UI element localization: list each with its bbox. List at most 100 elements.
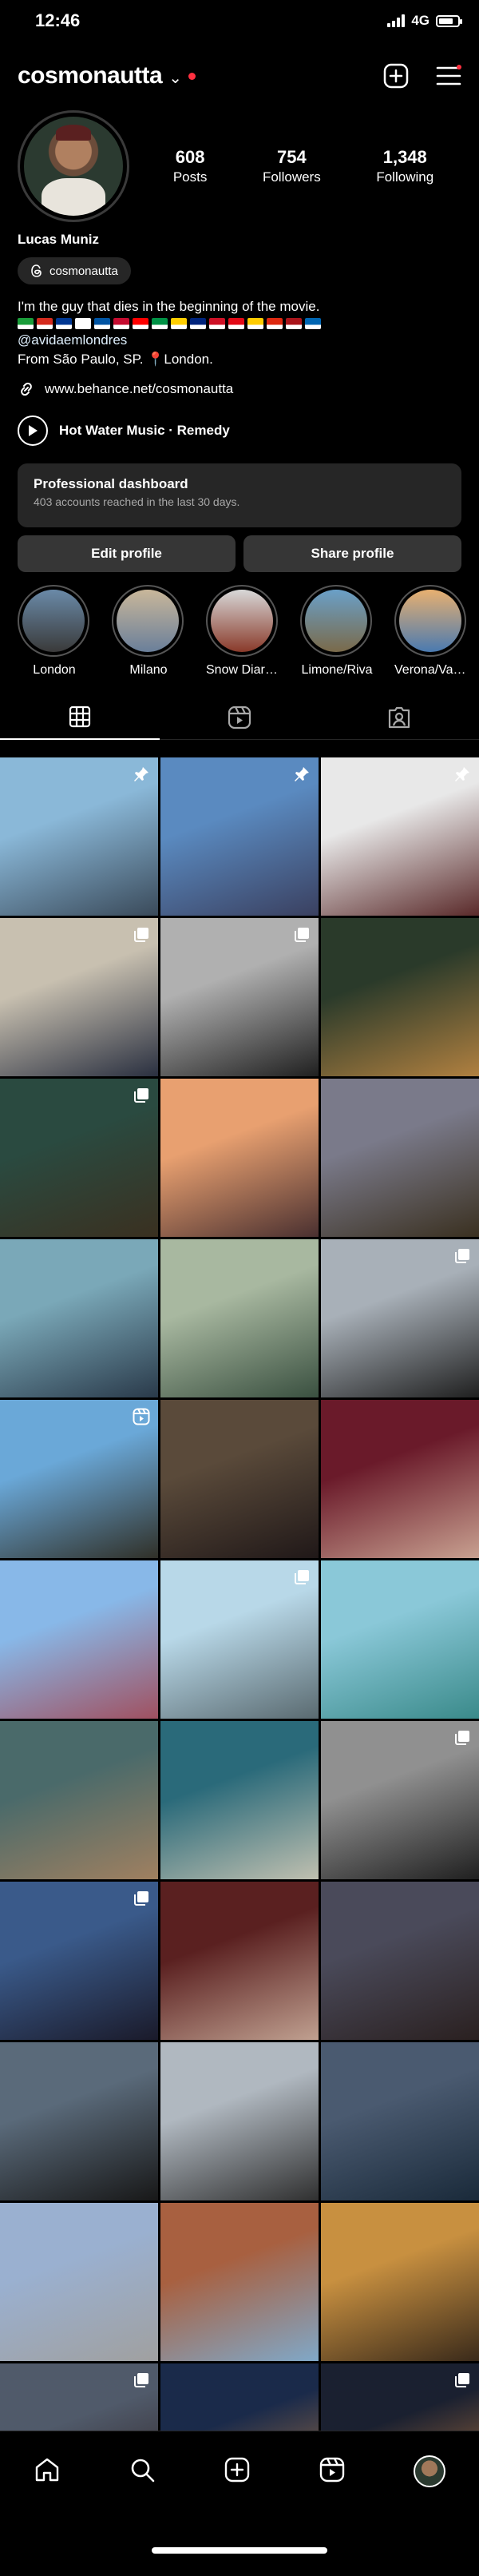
- post-thumbnail[interactable]: [160, 757, 319, 916]
- carousel-icon: [293, 1568, 311, 1590]
- post-thumbnail[interactable]: [0, 1721, 158, 1879]
- battery-icon: [436, 14, 462, 27]
- post-thumbnail[interactable]: [160, 1721, 319, 1879]
- post-thumbnail[interactable]: [160, 2042, 319, 2200]
- play-icon[interactable]: [18, 415, 48, 446]
- flag-emoji: [152, 318, 168, 329]
- tab-posts[interactable]: [0, 695, 160, 740]
- post-thumbnail[interactable]: [321, 1400, 479, 1558]
- reels-nav-icon[interactable]: [319, 2456, 346, 2487]
- post-thumbnail[interactable]: [321, 1721, 479, 1879]
- post-thumbnail[interactable]: [0, 757, 158, 916]
- create-icon[interactable]: [224, 2456, 251, 2487]
- highlight-cover: [300, 585, 372, 657]
- post-thumbnail[interactable]: [321, 918, 479, 1076]
- followers-count[interactable]: 754 Followers: [263, 147, 321, 185]
- threads-badge[interactable]: cosmonautta: [18, 257, 131, 284]
- professional-dashboard[interactable]: Professional dashboard 403 accounts reac…: [18, 463, 461, 527]
- bio-line: I'm the guy that dies in the beginning o…: [18, 299, 320, 314]
- account-switcher[interactable]: cosmonautta ⌄: [18, 62, 196, 89]
- post-thumbnail[interactable]: [160, 1882, 319, 2040]
- post-thumbnail[interactable]: [0, 1400, 158, 1558]
- username: cosmonautta: [18, 62, 163, 89]
- edit-profile-button[interactable]: Edit profile: [18, 535, 236, 572]
- bio: I'm the guy that dies in the beginning o…: [0, 297, 479, 369]
- pin-icon: [453, 765, 471, 787]
- profile-avatar-nav[interactable]: [413, 2455, 445, 2487]
- flag-emoji: [18, 318, 34, 329]
- highlight-snow-diaries[interactable]: Snow Diaries: [206, 585, 279, 686]
- flag-emoji: [267, 318, 283, 329]
- flag-emoji: [113, 318, 129, 329]
- post-thumbnail[interactable]: [0, 2203, 158, 2361]
- carousel-icon: [453, 2371, 471, 2393]
- tab-reels[interactable]: [160, 695, 319, 740]
- profile-avatar[interactable]: [18, 110, 129, 222]
- profile-link[interactable]: www.behance.net/cosmonautta: [0, 380, 479, 398]
- flag-emoji: [209, 318, 225, 329]
- link-icon: [21, 382, 32, 396]
- highlight-london[interactable]: London: [18, 585, 91, 686]
- flag-emoji: [94, 318, 110, 329]
- post-thumbnail[interactable]: [160, 1560, 319, 1719]
- carousel-icon: [453, 1247, 471, 1269]
- threads-icon: [31, 264, 42, 277]
- pin-icon: [133, 765, 150, 787]
- post-thumbnail[interactable]: [321, 1560, 479, 1719]
- menu-icon[interactable]: [436, 65, 461, 87]
- post-thumbnail[interactable]: [321, 1079, 479, 1237]
- highlight-limone-riva[interactable]: Limone/Riva: [300, 585, 374, 686]
- tagged-icon: [388, 706, 410, 728]
- reels-icon: [228, 706, 251, 729]
- reels-icon: [133, 1408, 150, 1429]
- dashboard-subtitle: 403 accounts reached in the last 30 days…: [34, 495, 240, 508]
- share-profile-button[interactable]: Share profile: [243, 535, 461, 572]
- post-thumbnail[interactable]: [0, 1882, 158, 2040]
- highlight-label: London: [33, 663, 76, 677]
- threads-handle: cosmonautta: [49, 264, 118, 278]
- home-icon[interactable]: [34, 2456, 61, 2487]
- bottom-nav: [0, 2431, 479, 2576]
- flag-emoji: [286, 318, 302, 329]
- following-count[interactable]: 1,348 Following: [376, 147, 433, 185]
- tab-tagged[interactable]: [319, 695, 479, 740]
- story-highlights: London Milano Snow Diaries Limone/Riva Veron…: [0, 585, 479, 686]
- post-thumbnail[interactable]: [321, 1239, 479, 1397]
- highlight-milano[interactable]: Milano: [112, 585, 185, 686]
- new-post-icon[interactable]: [383, 63, 409, 89]
- post-thumbnail[interactable]: [0, 1079, 158, 1237]
- post-thumbnail[interactable]: [321, 757, 479, 916]
- flag-emoji: [305, 318, 321, 329]
- highlight-label: Snow Diaries: [206, 663, 279, 677]
- music-row[interactable]: Hot Water Music · Remedy: [0, 415, 479, 446]
- carousel-icon: [293, 926, 311, 948]
- posts-count[interactable]: 608 Posts: [173, 147, 208, 185]
- flag-emoji: [228, 318, 244, 329]
- carousel-icon: [133, 1890, 150, 1911]
- post-thumbnail[interactable]: [160, 2203, 319, 2361]
- bio-location: From São Paulo, SP. 📍London.: [18, 352, 213, 367]
- post-thumbnail[interactable]: [0, 2042, 158, 2200]
- post-thumbnail[interactable]: [160, 1079, 319, 1237]
- pin-icon: [293, 765, 311, 787]
- search-icon[interactable]: [129, 2456, 156, 2487]
- post-thumbnail[interactable]: [160, 1400, 319, 1558]
- post-thumbnail[interactable]: [160, 1239, 319, 1397]
- post-thumbnail[interactable]: [321, 2203, 479, 2361]
- post-thumbnail[interactable]: [0, 1560, 158, 1719]
- flag-emoji: [133, 318, 148, 329]
- highlight-verona-vale[interactable]: Verona/Vale...: [394, 585, 468, 686]
- post-thumbnail[interactable]: [0, 918, 158, 1076]
- post-thumbnail[interactable]: [0, 1239, 158, 1397]
- flag-emoji: [190, 318, 206, 329]
- post-thumbnail[interactable]: [321, 1882, 479, 2040]
- status-time: 12:46: [35, 10, 81, 30]
- grid-icon: [69, 706, 91, 728]
- bio-mention[interactable]: @avidaemlondres: [18, 331, 461, 350]
- dashboard-title: Professional dashboard: [34, 476, 188, 491]
- flag-emoji: [247, 318, 263, 329]
- post-thumbnail[interactable]: [321, 2042, 479, 2200]
- signal-icon: [387, 14, 406, 27]
- post-thumbnail[interactable]: [160, 918, 319, 1076]
- carousel-icon: [453, 1729, 471, 1751]
